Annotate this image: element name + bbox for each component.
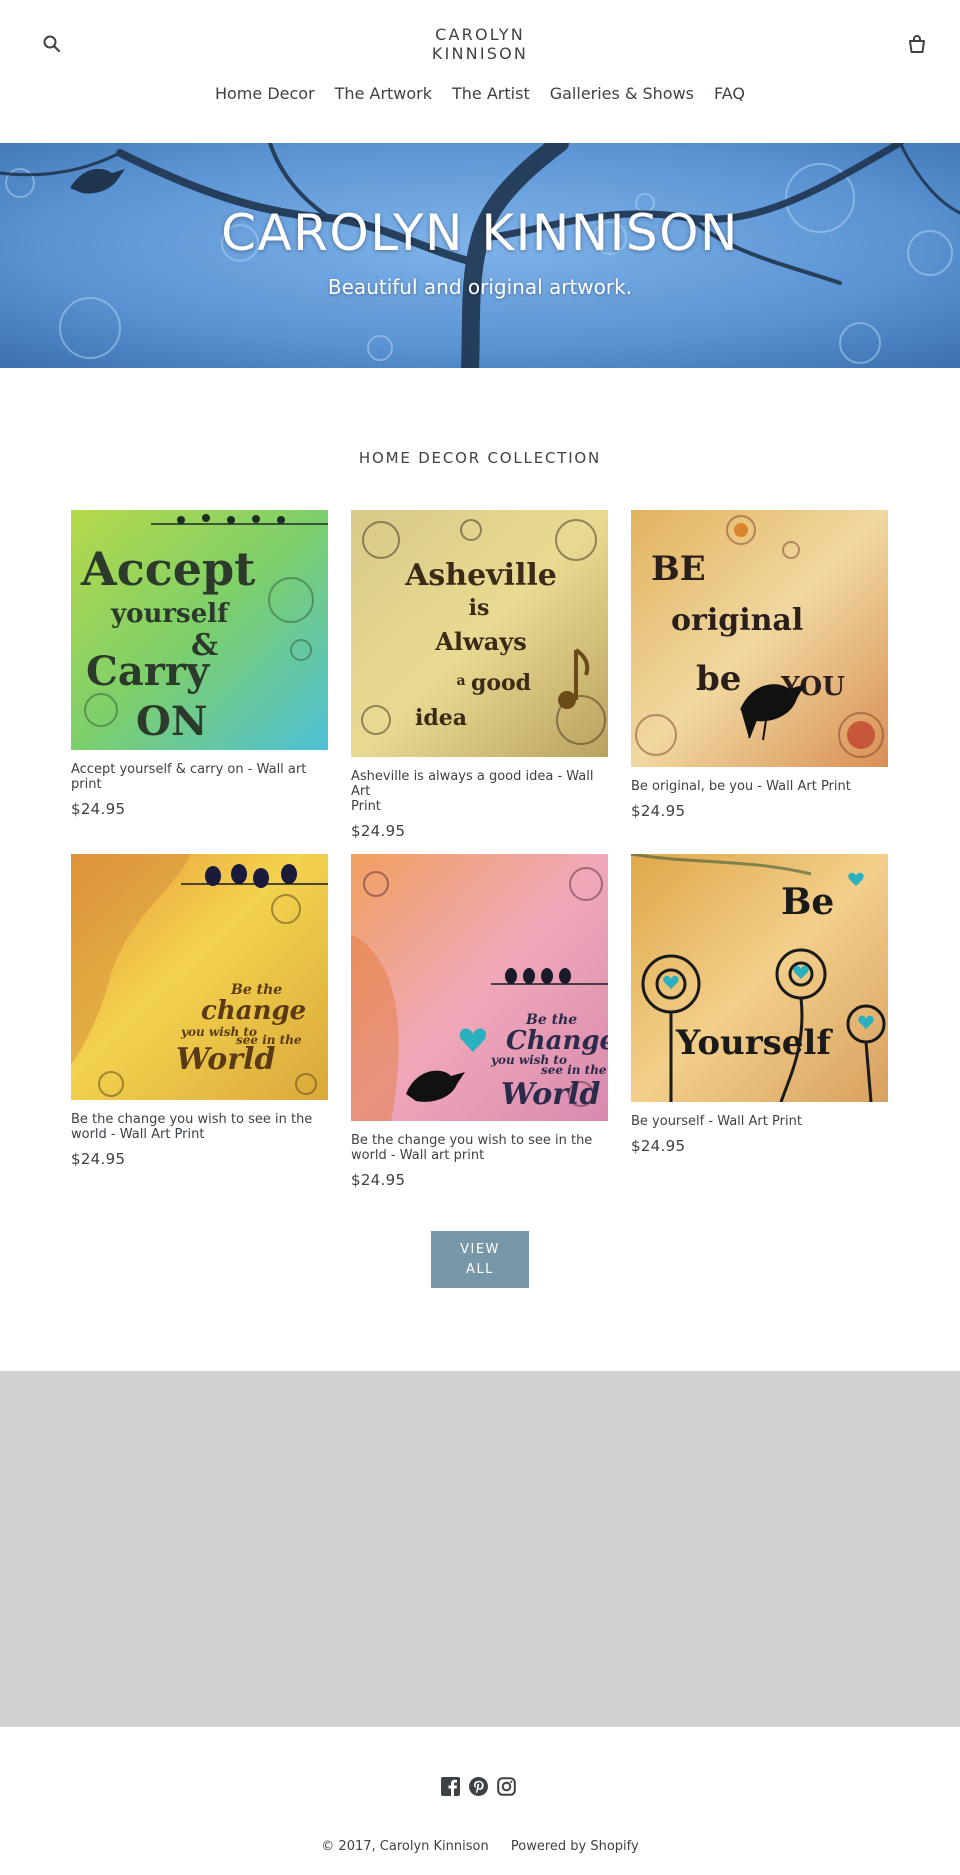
nav-item-the-artist[interactable]: The Artist (442, 82, 540, 106)
product-price: $24.95 (351, 1171, 406, 1189)
product-card[interactable]: Be the change you wish to see in the Wor… (71, 854, 328, 1168)
site-logo[interactable]: CAROLYN KINNISON (0, 25, 960, 63)
product-title-line-1: Be the change you wish to see in the (351, 1133, 593, 1148)
art-text: World (501, 1077, 600, 1112)
pinterest-icon[interactable] (469, 1777, 488, 1796)
product-title: Asheville is always a good idea - Wall A… (351, 769, 608, 814)
hero-title: CAROLYN KINNISON (221, 204, 739, 262)
product-image: Be the Change you wish to see in the Wor… (351, 854, 608, 1121)
art-text: a (456, 673, 465, 689)
logo-line-1: CAROLYN (435, 25, 525, 44)
product-card[interactable]: Be Yourself Be yourself - Wall Art Print… (631, 854, 888, 1155)
cart-icon[interactable] (906, 33, 928, 55)
product-image: Be Yourself (631, 854, 888, 1102)
hero-banner: CAROLYN KINNISON Beautiful and original … (0, 143, 960, 368)
hero-subtitle: Beautiful and original artwork. (327, 275, 633, 299)
product-card[interactable]: Asheville is Always a good idea Ashevill… (351, 510, 608, 840)
product-title: Be the change you wish to see in the wor… (351, 1133, 608, 1163)
art-text: Asheville (404, 558, 557, 593)
product-title-line-1: Be yourself - Wall Art Print (631, 1114, 802, 1129)
product-title-line-1: Be original, be you - Wall Art Print (631, 779, 851, 794)
product-title-line-1: Accept yourself & carry on - Wall art (71, 762, 307, 777)
art-text: is (469, 595, 490, 621)
product-title: Accept yourself & carry on - Wall art pr… (71, 762, 328, 792)
nav-item-the-artwork[interactable]: The Artwork (325, 82, 442, 106)
product-price: $24.95 (631, 802, 686, 820)
site-header: CAROLYN KINNISON Home Decor The Artwork … (0, 0, 960, 143)
art-text: good (471, 670, 531, 696)
nav-item-galleries-shows[interactable]: Galleries & Shows (540, 82, 704, 106)
art-text: Carry (86, 648, 211, 695)
product-title-line-2: world - Wall Art Print (71, 1127, 205, 1142)
instagram-icon[interactable] (497, 1777, 516, 1796)
product-title: Be the change you wish to see in the wor… (71, 1112, 328, 1142)
art-text: Always (434, 627, 526, 656)
main-nav: Home Decor The Artwork The Artist Galler… (0, 82, 960, 106)
product-image: BE original be YOU (631, 510, 888, 767)
product-title: Be original, be you - Wall Art Print (631, 779, 888, 794)
product-card[interactable]: BE original be YOU Be original, be you -… (631, 510, 888, 820)
view-all-button[interactable]: VIEW ALL (431, 1231, 529, 1288)
art-text: BE (651, 549, 706, 589)
art-text: see in the (541, 1063, 607, 1077)
product-image: Accept yourself & Carry ON (71, 510, 328, 750)
copyright-text[interactable]: © 2017, Carolyn Kinnison (312, 1839, 497, 1854)
nav-item-faq[interactable]: FAQ (704, 82, 755, 106)
powered-by-link[interactable]: Powered by Shopify (502, 1839, 648, 1854)
section-title: HOME DECOR COLLECTION (358, 449, 602, 467)
social-links (441, 1777, 516, 1796)
product-price: $24.95 (71, 800, 126, 818)
product-title-line-2: print (71, 777, 102, 792)
art-text: Accept (80, 542, 256, 596)
facebook-icon[interactable] (441, 1777, 460, 1796)
art-text: Be (781, 881, 834, 923)
product-price: $24.95 (71, 1150, 126, 1168)
art-text: idea (415, 705, 467, 731)
product-image: Be the change you wish to see in the Wor… (71, 854, 328, 1100)
product-title-line-1: Be the change you wish to see in the (71, 1112, 313, 1127)
art-text: ON (136, 698, 207, 745)
placeholder-section (0, 1371, 960, 1727)
logo-line-2: KINNISON (431, 44, 529, 63)
copyright: © 2017, Carolyn Kinnison Powered by Shop… (0, 1839, 960, 1854)
product-price: $24.95 (631, 1137, 686, 1155)
nav-item-home-decor[interactable]: Home Decor (205, 82, 325, 106)
product-price: $24.95 (351, 822, 406, 840)
product-card[interactable]: Be the Change you wish to see in the Wor… (351, 854, 608, 1189)
art-text: Yourself (675, 1023, 833, 1063)
product-card[interactable]: Accept yourself & Carry ON Accept yourse… (71, 510, 328, 818)
art-text: original (671, 603, 803, 638)
art-text: World (176, 1042, 275, 1077)
art-text: change (201, 996, 306, 1026)
product-title-line-2: Print (351, 799, 381, 814)
product-title-line-1: Asheville is always a good idea - Wall A… (351, 769, 594, 799)
product-image: Asheville is Always a good idea (351, 510, 608, 757)
art-text: Change (506, 1026, 608, 1056)
featured-collection: HOME DECOR COLLECTION Accept yourself & … (0, 368, 960, 1371)
product-title-line-2: world - Wall art print (351, 1148, 485, 1163)
product-title: Be yourself - Wall Art Print (631, 1114, 888, 1129)
site-footer: © 2017, Carolyn Kinnison Powered by Shop… (0, 1727, 960, 1875)
art-text: yourself (110, 599, 230, 629)
art-text: be (696, 659, 741, 699)
